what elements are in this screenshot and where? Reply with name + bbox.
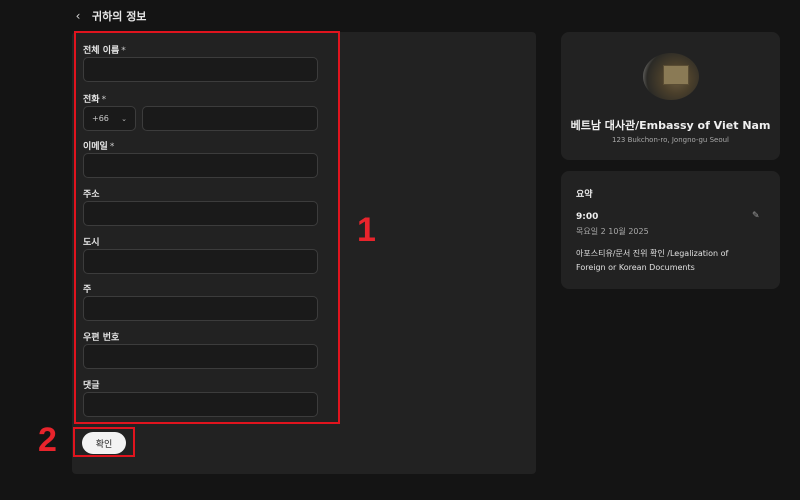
full-name-input[interactable] [83,57,318,82]
comment-label: 댓글 [83,381,100,391]
appointment-date: 목요일 2 10월 2025 [576,227,649,236]
phone-label: 전화 * [83,95,107,105]
phone-field: 전화 * +66 ⌄ [83,92,318,131]
postal-code-label: 우편 번호 [83,333,120,343]
postal-code-field: 우편 번호 [83,330,318,369]
country-code-select[interactable]: +66 ⌄ [83,106,136,131]
comment-input[interactable] [83,392,318,417]
email-field: 이메일 * [83,139,318,178]
required-marker: * [121,46,126,56]
embassy-card: 베트남 대사관/Embassy of Viet Nam 123 Bukchon-… [561,32,780,160]
required-marker: * [101,95,107,105]
address-input[interactable] [83,201,318,226]
full-name-field: 전체 이름 * [83,43,318,82]
city-input[interactable] [83,249,318,274]
city-field: 도시 [83,235,318,274]
state-label: 주 [83,285,92,295]
page-title: 귀하의 정보 [92,10,147,23]
comment-field: 댓글 [83,378,318,417]
header: ‹ 귀하의 정보 [72,8,147,24]
chevron-down-icon: ⌄ [121,114,127,123]
confirm-button[interactable]: 확인 [82,432,126,454]
email-label: 이메일 * [83,142,115,152]
embassy-photo [643,53,699,100]
postal-code-input[interactable] [83,344,318,369]
required-marker: * [109,142,115,152]
address-field: 주소 [83,187,318,226]
city-label: 도시 [83,238,100,248]
phone-input[interactable] [142,106,318,131]
state-field: 주 [83,282,318,321]
address-label: 주소 [83,190,100,200]
country-code-value: +66 [92,114,109,123]
summary-title: 요약 [576,190,593,200]
summary-card: 요약 9:00 목요일 2 10월 2025 ✎ 아포스티유/문서 진위 확인 … [561,171,780,289]
callout-number-1: 1 [357,211,376,249]
chevron-left-icon[interactable]: ‹ [72,9,84,23]
service-name: 아포스티유/문서 진위 확인 /Legalization of Foreign … [576,249,729,272]
callout-number-2: 2 [38,421,57,459]
pencil-icon[interactable]: ✎ [752,211,760,221]
embassy-name: 베트남 대사관/Embassy of Viet Nam [570,119,771,132]
embassy-address: 123 Bukchon-ro, Jongno-gu Seoul [612,136,729,144]
state-input[interactable] [83,296,318,321]
full-name-label: 전체 이름 * [83,46,126,56]
appointment-time: 9:00 [576,212,599,222]
email-input[interactable] [83,153,318,178]
